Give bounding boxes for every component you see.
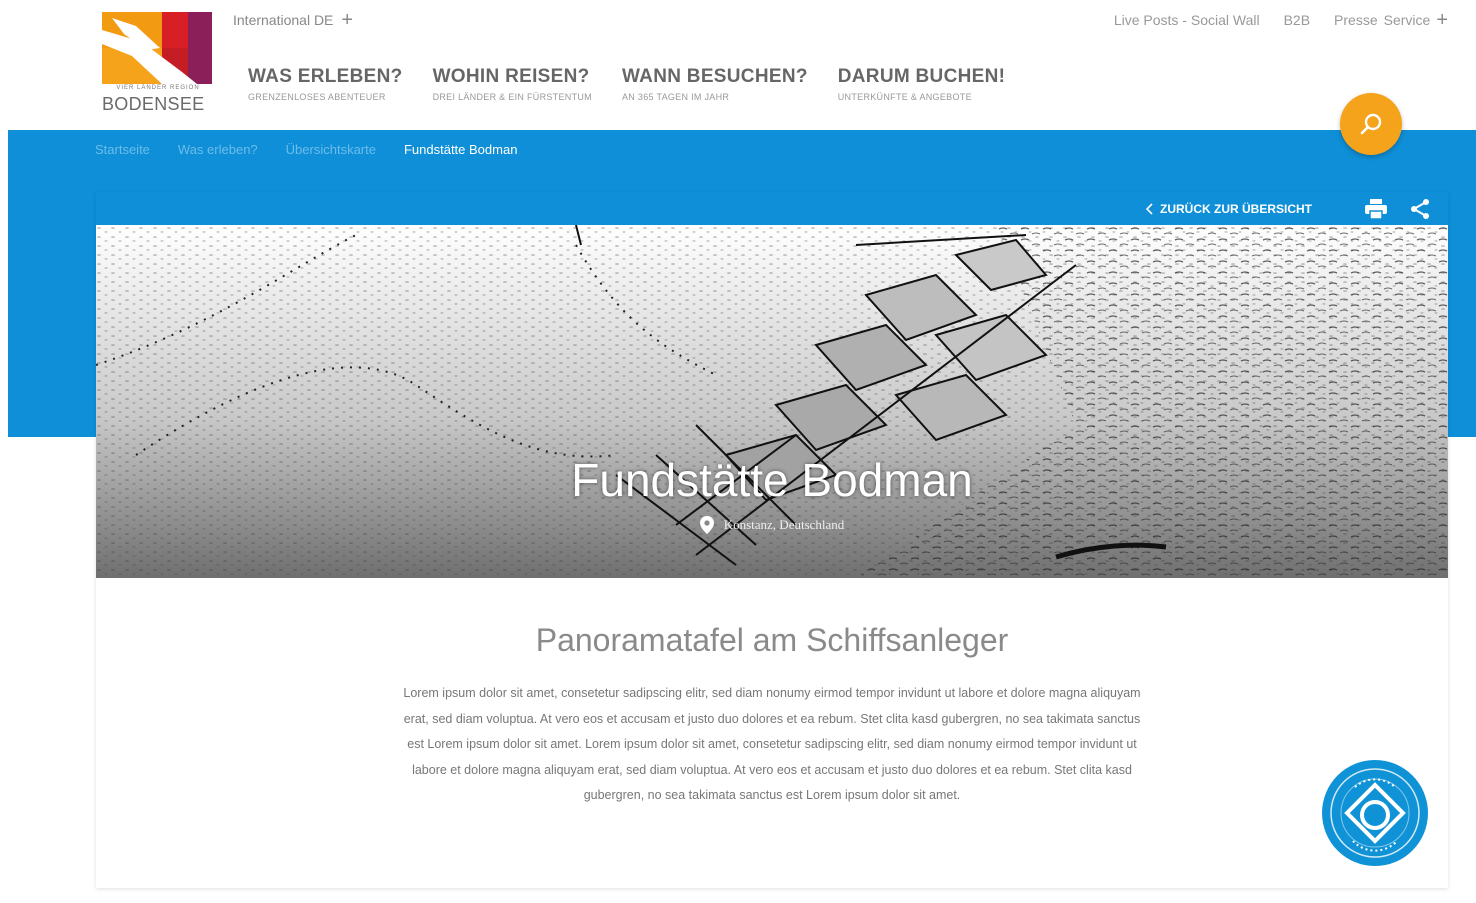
nav-title: WAS ERLEBEN?	[248, 66, 403, 87]
map-pin-icon	[699, 516, 714, 534]
nav-wohin-reisen[interactable]: WOHIN REISEN? DREI LÄNDER & EIN FÜRSTENT…	[433, 66, 592, 102]
card-toolbar: ZURÜCK ZUR ÜBERSICHT	[96, 192, 1448, 225]
site-header: VIER LÄNDER REGION BODENSEE Internationa…	[0, 0, 1476, 130]
back-to-overview-link[interactable]: ZURÜCK ZUR ÜBERSICHT	[1146, 202, 1312, 216]
nav-title: DARUM BUCHEN!	[837, 66, 1006, 87]
link-presse[interactable]: Presse	[1334, 12, 1378, 28]
language-selector[interactable]: International DE +	[233, 9, 354, 31]
share-button[interactable]	[1406, 196, 1434, 222]
breadcrumb-current: Fundstätte Bodman	[403, 142, 518, 157]
bodensee-logo[interactable]: VIER LÄNDER REGION BODENSEE	[102, 12, 214, 116]
breadcrumb-startseite[interactable]: Startseite	[95, 142, 150, 157]
top-links: Live Posts - Social Wall B2B Presse Serv…	[1114, 9, 1448, 31]
hero-title: Fundstätte Bodman	[571, 454, 973, 506]
link-service[interactable]: Service	[1384, 12, 1431, 28]
nav-subtitle: GRENZENLOSES ABENTEUER	[248, 92, 386, 102]
breadcrumb-uebersichtskarte[interactable]: Übersichtskarte	[286, 142, 376, 157]
world-heritage-badge[interactable]	[1322, 760, 1428, 866]
logo-wordmark: BODENSEE	[102, 94, 205, 114]
main-navigation: WAS ERLEBEN? GRENZENLOSES ABENTEUER WOHI…	[248, 66, 1035, 102]
chevron-left-icon	[1146, 202, 1153, 215]
world-heritage-icon	[1330, 768, 1420, 858]
plus-icon: +	[1436, 9, 1448, 31]
nav-title: WOHIN REISEN?	[432, 66, 590, 87]
content-title: Panoramatafel am Schiffsanleger	[535, 622, 1009, 658]
logo-subtitle: VIER LÄNDER REGION	[116, 85, 200, 91]
hero-image: Fundstätte Bodman Konstanz, Deutschland	[96, 225, 1448, 578]
print-button[interactable]	[1362, 196, 1390, 222]
nav-subtitle: AN 365 TAGEN IM JAHR	[621, 92, 730, 102]
nav-subtitle: UNTERKÜNFTE & ANGEBOTE	[837, 92, 972, 102]
nav-darum-buchen[interactable]: DARUM BUCHEN! UNTERKÜNFTE & ANGEBOTE	[838, 66, 1006, 102]
print-icon	[1365, 198, 1387, 220]
detail-card: ZURÜCK ZUR ÜBERSICHT Fundstätte Bodman K…	[96, 192, 1448, 888]
logo-mark	[102, 12, 212, 84]
share-icon	[1411, 198, 1429, 219]
nav-wann-besuchen[interactable]: WANN BESUCHEN? AN 365 TAGEN IM JAHR	[622, 66, 808, 102]
nav-subtitle: DREI LÄNDER & EIN FÜRSTENTUM	[432, 92, 592, 102]
nav-was-erleben[interactable]: WAS ERLEBEN? GRENZENLOSES ABENTEUER	[248, 66, 403, 102]
link-social-wall[interactable]: Live Posts - Social Wall	[1114, 12, 1260, 28]
link-b2b[interactable]: B2B	[1284, 12, 1310, 28]
search-button[interactable]	[1340, 93, 1402, 155]
breadcrumb-was-erleben[interactable]: Was erleben?	[178, 142, 258, 157]
search-icon	[1360, 113, 1382, 135]
location-label: Konstanz, Deutschland	[723, 517, 845, 532]
language-label: International DE	[233, 12, 334, 28]
breadcrumb: Startseite Was erleben? Übersichtskarte …	[95, 142, 517, 157]
link-presse-service[interactable]: Presse Service +	[1334, 9, 1448, 31]
content-text: Lorem ipsum dolor sit amet, consetetur s…	[403, 686, 1141, 803]
plus-icon: +	[341, 9, 354, 31]
nav-title: WANN BESUCHEN?	[621, 66, 808, 87]
back-label: ZURÜCK ZUR ÜBERSICHT	[1160, 201, 1312, 216]
hero-location: Konstanz, Deutschland	[96, 516, 1448, 534]
